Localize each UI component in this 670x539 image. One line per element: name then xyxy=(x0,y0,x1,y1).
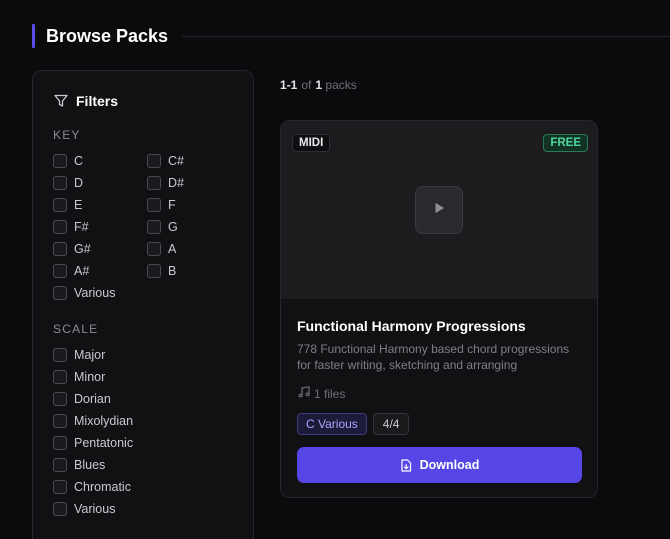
results-total: 1 xyxy=(315,78,323,92)
checkbox[interactable] xyxy=(53,458,67,472)
play-button[interactable] xyxy=(415,186,463,234)
option-label: G xyxy=(168,220,178,234)
checkbox[interactable] xyxy=(53,414,67,428)
time-signature-tag: 4/4 xyxy=(372,413,410,435)
key-option-c[interactable]: C xyxy=(53,153,83,169)
key-option-c-sharp[interactable]: C# xyxy=(147,153,184,169)
checkbox[interactable] xyxy=(53,198,67,212)
option-label: Various xyxy=(74,502,116,516)
key-option-a-sharp[interactable]: A# xyxy=(53,263,89,279)
option-label: Blues xyxy=(74,458,106,472)
files-count: 1 files xyxy=(314,386,346,401)
key-option-b[interactable]: B xyxy=(147,263,176,279)
checkbox[interactable] xyxy=(147,176,161,190)
filters-sidebar: Filters KEY C D E F# G# A# Various C# D#… xyxy=(32,70,254,539)
key-option-f-sharp[interactable]: F# xyxy=(53,219,89,235)
option-label: A# xyxy=(74,264,90,278)
key-option-d-sharp[interactable]: D# xyxy=(147,175,184,191)
option-label: D# xyxy=(168,176,184,190)
key-section-label: KEY xyxy=(53,128,81,142)
option-label: Pentatonic xyxy=(74,436,134,450)
checkbox[interactable] xyxy=(53,370,67,384)
key-option-various[interactable]: Various xyxy=(53,285,115,301)
option-label: D xyxy=(74,176,84,190)
option-label: Minor xyxy=(74,370,106,384)
header-accent-bar xyxy=(32,24,35,48)
play-icon xyxy=(432,201,446,220)
option-label: G# xyxy=(74,242,91,256)
pack-card[interactable]: MIDI FREE Functional Harmony Progression… xyxy=(280,120,598,498)
results-count: 1-1 of 1 packs xyxy=(280,78,357,92)
checkbox[interactable] xyxy=(147,242,161,256)
filters-heading: Filters xyxy=(53,93,118,109)
key-option-g[interactable]: G xyxy=(147,219,178,235)
option-label: C xyxy=(74,154,84,168)
scale-option-dorian[interactable]: Dorian xyxy=(53,391,111,407)
pack-tags: C Various 4/4 xyxy=(297,413,410,435)
download-label: Download xyxy=(419,458,480,472)
checkbox[interactable] xyxy=(53,154,67,168)
scale-option-mixolydian[interactable]: Mixolydian xyxy=(53,413,133,429)
checkbox[interactable] xyxy=(147,264,161,278)
option-label: B xyxy=(168,264,177,278)
checkbox[interactable] xyxy=(53,348,67,362)
checkbox[interactable] xyxy=(53,286,67,300)
checkbox[interactable] xyxy=(53,220,67,234)
checkbox[interactable] xyxy=(147,154,161,168)
key-option-g-sharp[interactable]: G# xyxy=(53,241,91,257)
results-range: 1-1 xyxy=(280,78,298,92)
file-download-icon xyxy=(400,458,420,472)
option-label: F# xyxy=(74,220,89,234)
option-label: F xyxy=(168,198,176,212)
checkbox[interactable] xyxy=(53,242,67,256)
browse-packs-page: Browse Packs Filters KEY C D E F# G# A# … xyxy=(0,0,670,539)
checkbox[interactable] xyxy=(53,502,67,516)
option-label: Mixolydian xyxy=(74,414,134,428)
pack-description: 778 Functional Harmony based chord progr… xyxy=(297,342,570,372)
scale-option-pentatonic[interactable]: Pentatonic xyxy=(53,435,133,451)
price-badge: FREE xyxy=(543,134,588,152)
pack-title[interactable]: Functional Harmony Progressions xyxy=(297,318,526,334)
option-label: Dorian xyxy=(74,392,111,406)
page-title: Browse Packs xyxy=(46,25,169,46)
checkbox[interactable] xyxy=(53,176,67,190)
option-label: A xyxy=(168,242,177,256)
key-tag: C Various xyxy=(297,413,367,435)
scale-section-label: SCALE xyxy=(53,322,99,336)
checkbox[interactable] xyxy=(53,392,67,406)
pack-files: 1 files xyxy=(297,385,345,402)
scale-option-minor[interactable]: Minor xyxy=(53,369,105,385)
option-label: Chromatic xyxy=(74,480,131,494)
results-of: of xyxy=(301,78,312,92)
scale-option-various[interactable]: Various xyxy=(53,501,115,517)
option-label: Various xyxy=(74,286,116,300)
key-option-e[interactable]: E xyxy=(53,197,82,213)
key-option-f[interactable]: F xyxy=(147,197,176,213)
header-divider xyxy=(182,35,670,37)
pack-thumbnail[interactable]: MIDI FREE xyxy=(281,121,597,299)
scale-option-chromatic[interactable]: Chromatic xyxy=(53,479,131,495)
format-badge: MIDI xyxy=(292,134,331,152)
scale-option-major[interactable]: Major xyxy=(53,347,105,363)
page-header: Browse Packs xyxy=(32,24,670,48)
checkbox[interactable] xyxy=(147,220,161,234)
checkbox[interactable] xyxy=(53,264,67,278)
checkbox[interactable] xyxy=(53,480,67,494)
music-note-icon xyxy=(297,385,311,402)
scale-option-blues[interactable]: Blues xyxy=(53,457,105,473)
filters-title: Filters xyxy=(76,93,119,109)
option-label: C# xyxy=(168,154,184,168)
option-label: E xyxy=(74,198,83,212)
filter-icon xyxy=(53,93,69,109)
checkbox[interactable] xyxy=(147,198,161,212)
checkbox[interactable] xyxy=(53,436,67,450)
key-option-d[interactable]: D xyxy=(53,175,83,191)
download-button[interactable]: Download xyxy=(297,447,582,483)
option-label: Major xyxy=(74,348,106,362)
key-option-a[interactable]: A xyxy=(147,241,176,257)
results-unit: packs xyxy=(325,78,357,92)
